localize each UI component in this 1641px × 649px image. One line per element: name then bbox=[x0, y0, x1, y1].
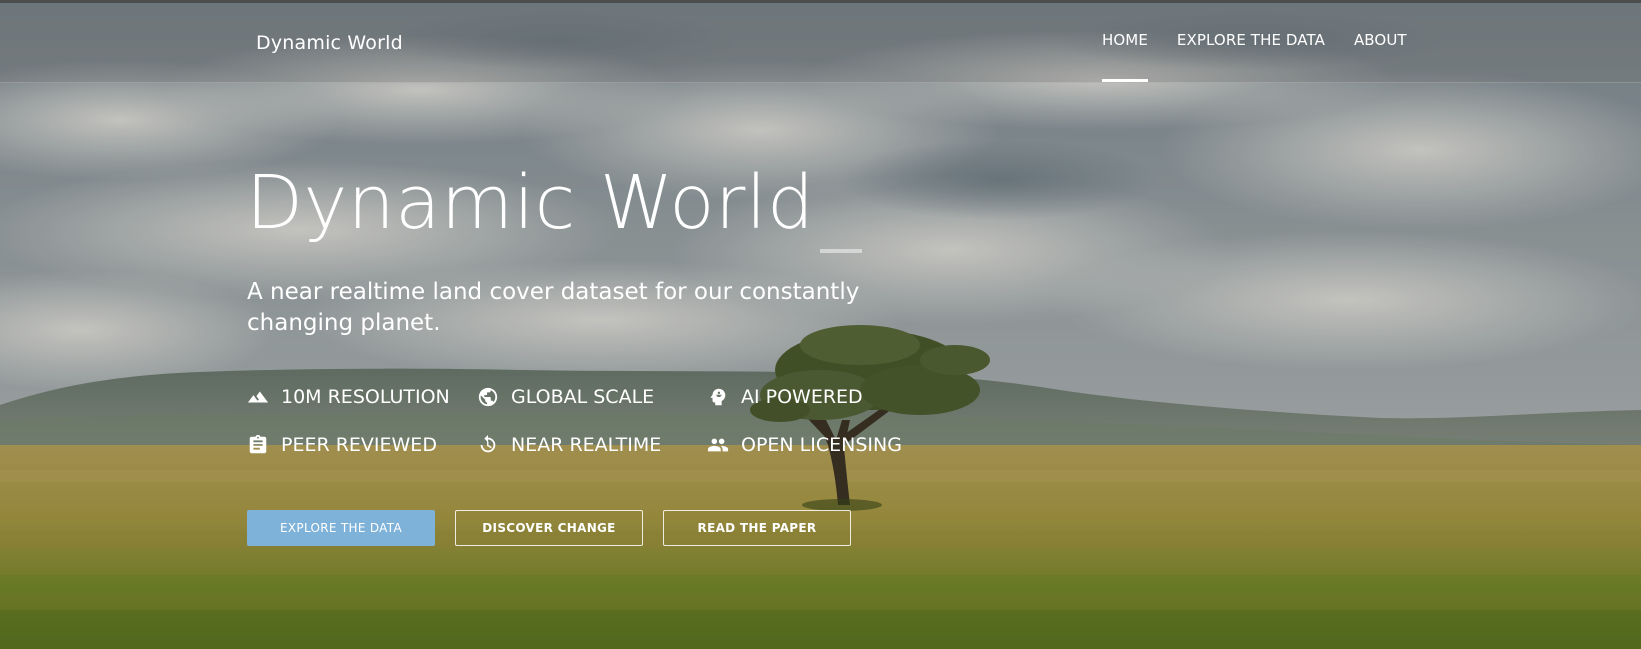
nav-item-about[interactable]: ABOUT bbox=[1354, 31, 1407, 53]
clipboard-icon bbox=[247, 434, 269, 456]
feature-open-licensing: OPEN LICENSING bbox=[707, 433, 947, 457]
people-icon bbox=[707, 434, 729, 456]
feature-list: 10M RESOLUTION GLOBAL SCALE AI POWERED P… bbox=[247, 385, 947, 457]
feature-label: AI POWERED bbox=[741, 386, 863, 408]
hero-subtitle: A near realtime land cover dataset for o… bbox=[247, 279, 860, 336]
feature-peer-reviewed: PEER REVIEWED bbox=[247, 433, 477, 457]
brain-head-icon bbox=[707, 386, 729, 408]
discover-change-button[interactable]: DISCOVER CHANGE bbox=[455, 510, 643, 546]
feature-near-realtime: NEAR REALTIME bbox=[477, 433, 707, 457]
mountain-icon bbox=[247, 386, 269, 408]
nav-item-explore-the-data[interactable]: EXPLORE THE DATA bbox=[1177, 31, 1325, 53]
feature-label: OPEN LICENSING bbox=[741, 434, 902, 456]
feature-global-scale: GLOBAL SCALE bbox=[477, 385, 707, 409]
feature-label: PEER REVIEWED bbox=[281, 434, 437, 456]
cta-buttons: EXPLORE THE DATA DISCOVER CHANGE READ TH… bbox=[247, 510, 851, 546]
nav-item-home[interactable]: HOME bbox=[1102, 31, 1148, 82]
nav-menu: HOME EXPLORE THE DATA ABOUT bbox=[1102, 31, 1407, 82]
hero-title: Dynamic World bbox=[246, 160, 815, 246]
landing-page: Dynamic World HOME EXPLORE THE DATA ABOU… bbox=[0, 0, 1641, 649]
feature-ai-powered: AI POWERED bbox=[707, 385, 947, 409]
feature-resolution: 10M RESOLUTION bbox=[247, 385, 477, 409]
explore-the-data-button[interactable]: EXPLORE THE DATA bbox=[247, 510, 435, 546]
brand-link[interactable]: Dynamic World bbox=[256, 32, 403, 54]
refresh-clock-icon bbox=[477, 434, 499, 456]
typing-cursor bbox=[820, 249, 862, 253]
navbar: Dynamic World HOME EXPLORE THE DATA ABOU… bbox=[0, 3, 1641, 83]
globe-icon bbox=[477, 386, 499, 408]
feature-label: GLOBAL SCALE bbox=[511, 386, 655, 408]
read-the-paper-button[interactable]: READ THE PAPER bbox=[663, 510, 851, 546]
feature-label: 10M RESOLUTION bbox=[281, 386, 450, 408]
feature-label: NEAR REALTIME bbox=[511, 434, 662, 456]
